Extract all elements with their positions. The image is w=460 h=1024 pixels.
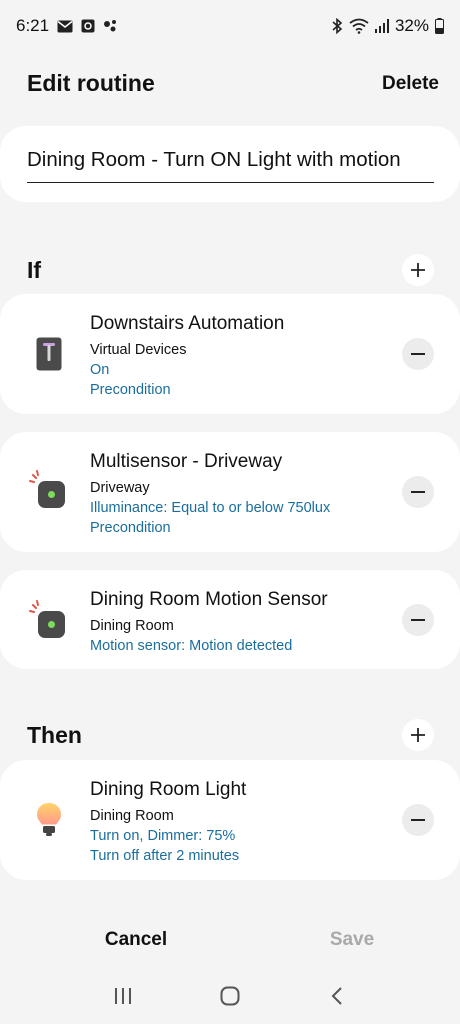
mail-icon (57, 20, 73, 33)
if-section-header: If (27, 254, 434, 286)
remove-condition-button[interactable] (402, 604, 434, 636)
save-button[interactable]: Save (244, 920, 460, 960)
if-section-title: If (27, 256, 42, 283)
action-location: Dining Room (90, 808, 174, 824)
condition-location: Driveway (90, 480, 150, 496)
then-section-header: Then (27, 719, 434, 751)
action-card-text: Dining Room Light Dining Room Turn on, D… (90, 778, 246, 866)
system-nav-bar (0, 976, 460, 1016)
header: Edit routine Delete (27, 70, 439, 97)
edit-routine-screen: 6:21 32% Edit routine Delete Dining Room… (0, 0, 460, 1024)
condition-card-dining-room-motion-sensor[interactable]: Dining Room Motion Sensor Dining Room Mo… (0, 570, 460, 669)
condition-title: Multisensor - Driveway (90, 451, 283, 472)
condition-detail: On (90, 362, 110, 378)
action-card-dining-room-light[interactable]: Dining Room Light Dining Room Turn on, D… (0, 760, 460, 880)
action-title: Dining Room Light (90, 779, 247, 800)
signal-icon (374, 19, 389, 33)
home-icon[interactable] (210, 976, 250, 1016)
condition-card-multisensor-driveway[interactable]: Multisensor - Driveway Driveway Illumina… (0, 432, 460, 552)
remove-condition-button[interactable] (402, 338, 434, 370)
assistant-icon (103, 19, 117, 33)
remove-condition-button[interactable] (402, 476, 434, 508)
battery-icon (435, 18, 444, 34)
wifi-icon (349, 18, 369, 34)
add-condition-button[interactable] (402, 254, 434, 286)
condition-title: Downstairs Automation (90, 313, 285, 334)
screenshot-icon (81, 19, 95, 33)
remove-action-button[interactable] (402, 804, 434, 836)
condition-card-downstairs-automation[interactable]: Downstairs Automation Virtual Devices On… (0, 294, 460, 414)
plus-icon (411, 728, 425, 742)
action-detail: Turn on, Dimmer: 75% (90, 828, 236, 844)
action-detail-timer: Turn off after 2 minutes (90, 848, 240, 864)
status-bar: 6:21 32% (0, 0, 460, 52)
minus-icon (411, 491, 425, 493)
routine-name-card (0, 126, 460, 202)
minus-icon (411, 819, 425, 821)
minus-icon (411, 619, 425, 621)
battery-percentage: 32% (394, 16, 429, 35)
page-title: Edit routine (27, 70, 155, 96)
condition-precondition: Precondition (90, 520, 171, 536)
condition-card-text: Multisensor - Driveway Driveway Illumina… (90, 450, 330, 538)
delete-button[interactable]: Delete (382, 73, 439, 95)
bluetooth-icon (331, 18, 343, 34)
status-time: 6:21 (16, 16, 50, 35)
plus-icon (411, 263, 425, 277)
condition-card-text: Dining Room Motion Sensor Dining Room Mo… (90, 588, 328, 656)
back-icon[interactable] (317, 976, 357, 1016)
condition-card-text: Downstairs Automation Virtual Devices On… (90, 312, 284, 400)
routine-name-input[interactable] (27, 148, 434, 183)
condition-precondition: Precondition (90, 382, 171, 398)
add-action-button[interactable] (402, 719, 434, 751)
motion-sensor-icon (27, 468, 71, 512)
condition-detail: Motion sensor: Motion detected (90, 638, 293, 654)
cancel-button[interactable]: Cancel (0, 920, 244, 960)
condition-location: Virtual Devices (90, 342, 187, 358)
light-bulb-icon (27, 798, 71, 842)
recent-apps-icon[interactable] (103, 976, 143, 1016)
bottom-actions: Cancel Save (0, 920, 460, 960)
then-section-title: Then (27, 721, 82, 748)
condition-location: Dining Room (90, 618, 174, 634)
virtual-switch-icon (27, 332, 71, 376)
minus-icon (411, 353, 425, 355)
motion-sensor-icon (27, 598, 71, 642)
condition-detail: Illuminance: Equal to or below 750lux (90, 500, 331, 516)
condition-title: Dining Room Motion Sensor (90, 589, 328, 610)
